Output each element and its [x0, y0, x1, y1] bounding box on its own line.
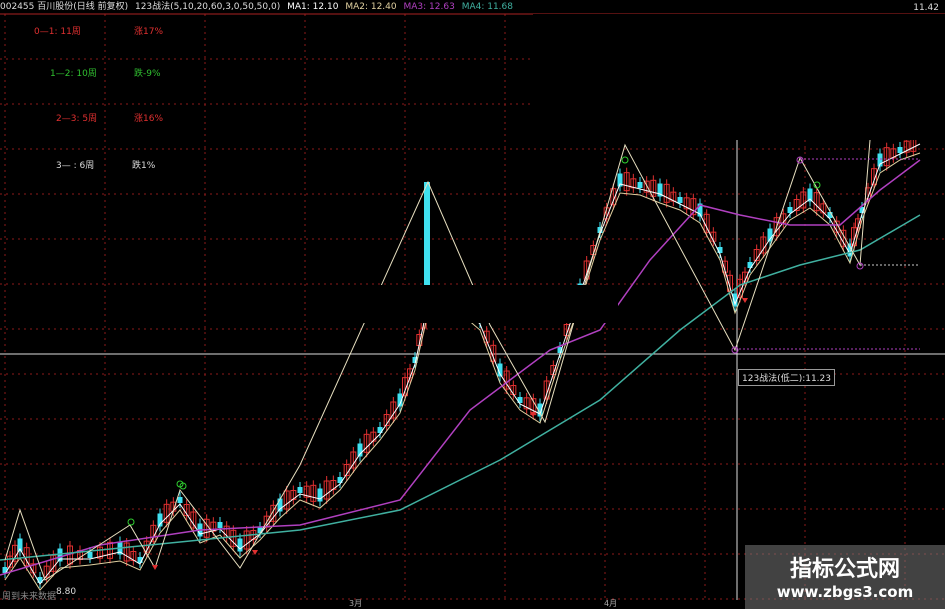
x-axis-label: 4月 — [604, 599, 618, 608]
watermark-title: 指标公式网 — [789, 557, 900, 582]
candle-down — [637, 182, 643, 188]
sell-arrow — [742, 298, 748, 303]
ma1-value: MA1: 12.10 — [287, 2, 339, 12]
ma4-line — [0, 214, 921, 561]
candle-down — [677, 197, 683, 203]
legend-period: 3— : 6周 — [56, 161, 95, 171]
legend-period: 2—3: 5周 — [56, 114, 98, 124]
legend-period: 1—2: 10周 — [50, 69, 97, 79]
ma3-line — [0, 159, 921, 576]
legend-change: 跌-9% — [134, 69, 161, 79]
watermark-url: www.zbgs3.com — [776, 583, 914, 601]
crosshair-tooltip: 123战法(低二):11.23 — [738, 369, 835, 386]
legend-change: 涨16% — [134, 114, 164, 124]
candle-down — [87, 552, 93, 558]
candle-down — [217, 522, 223, 528]
candle-down — [177, 497, 183, 503]
x-axis-label: 3月 — [349, 599, 363, 608]
future-data-label: 周到未来数据 — [2, 592, 57, 602]
ma3-value: MA3: 12.63 — [403, 2, 455, 12]
stock-title: 002455 百川股份(日线 前复权) — [0, 2, 129, 12]
candle-down — [2, 567, 8, 573]
chart-header: 002455 百川股份(日线 前复权) 123战法(5,10,20,60,3,0… — [0, 0, 517, 14]
legend-change: 跌1% — [132, 161, 156, 171]
ma4-value: MA4: 11.68 — [461, 2, 513, 12]
signal-marker — [127, 518, 135, 526]
candle-down — [897, 147, 903, 153]
signal-marker — [621, 156, 629, 164]
candle-down — [317, 488, 323, 502]
indicator-name: 123战法(5,10,20,60,3,0,50,50,0) — [134, 2, 281, 12]
blackout-top-right — [533, 14, 945, 140]
candle-down — [297, 487, 303, 493]
legend-change: 涨17% — [134, 27, 164, 37]
price-right: 11.42 — [913, 3, 939, 13]
low-price-label: 8.80 — [56, 587, 77, 597]
sell-arrow — [152, 565, 158, 570]
blackout-middle — [327, 285, 618, 323]
zigzag-123-line — [4, 139, 871, 581]
legend-period: 0—1: 11周 — [34, 27, 81, 37]
ma2-value: MA2: 12.40 — [345, 2, 397, 12]
watermark: 指标公式网 www.zbgs3.com — [745, 545, 945, 609]
